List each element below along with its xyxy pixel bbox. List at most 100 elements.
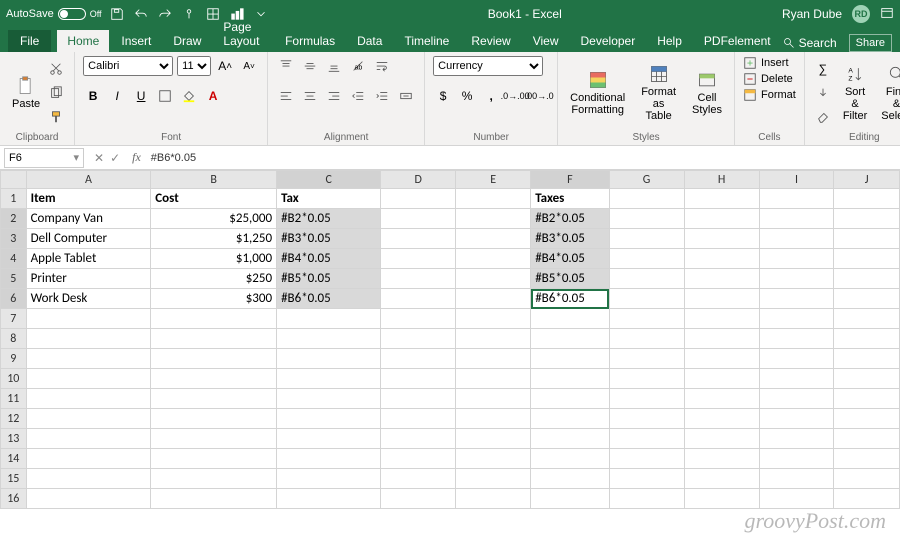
cell-C11[interactable] [277, 389, 381, 409]
cell-J14[interactable] [834, 449, 900, 469]
column-header-H[interactable]: H [684, 171, 759, 189]
formula-input[interactable]: #B6*0.05 [147, 152, 900, 164]
cell-D12[interactable] [381, 409, 456, 429]
cell-A11[interactable] [26, 389, 151, 409]
cell-H1[interactable] [684, 189, 759, 209]
cell-A15[interactable] [26, 469, 151, 489]
cell-E11[interactable] [456, 389, 531, 409]
cell-G5[interactable] [609, 269, 684, 289]
cancel-formula-button[interactable]: ✕ [94, 151, 104, 165]
cell-J16[interactable] [834, 489, 900, 509]
cell-D2[interactable] [381, 209, 456, 229]
font-color-button[interactable]: A [203, 86, 223, 106]
cell-C7[interactable] [277, 309, 381, 329]
cell-C1[interactable]: Tax [277, 189, 381, 209]
cell-J3[interactable] [834, 229, 900, 249]
cell-B5[interactable]: $250 [151, 269, 277, 289]
cell-A9[interactable] [26, 349, 151, 369]
cell-A3[interactable]: Dell Computer [26, 229, 151, 249]
cell-A8[interactable] [26, 329, 151, 349]
row-header-6[interactable]: 6 [1, 289, 27, 309]
cell-J12[interactable] [834, 409, 900, 429]
cell-G16[interactable] [609, 489, 684, 509]
cell-A4[interactable]: Apple Tablet [26, 249, 151, 269]
fx-icon[interactable]: fx [126, 150, 147, 165]
cell-C6[interactable]: #B6*0.05 [277, 289, 381, 309]
cell-A13[interactable] [26, 429, 151, 449]
row-header-13[interactable]: 13 [1, 429, 27, 449]
fill-color-button[interactable] [179, 86, 199, 106]
cell-B6[interactable]: $300 [151, 289, 277, 309]
cell-G10[interactable] [609, 369, 684, 389]
cell-H2[interactable] [684, 209, 759, 229]
tab-home[interactable]: Home [57, 30, 109, 52]
cell-J5[interactable] [834, 269, 900, 289]
cell-F4[interactable]: #B4*0.05 [531, 249, 609, 269]
cell-F15[interactable] [531, 469, 609, 489]
cell-H10[interactable] [684, 369, 759, 389]
cell-I3[interactable] [759, 229, 834, 249]
cell-J13[interactable] [834, 429, 900, 449]
cell-C10[interactable] [277, 369, 381, 389]
cell-C5[interactable]: #B5*0.05 [277, 269, 381, 289]
cell-I14[interactable] [759, 449, 834, 469]
row-header-7[interactable]: 7 [1, 309, 27, 329]
orientation-button[interactable]: ab [348, 56, 368, 76]
tab-insert[interactable]: Insert [111, 30, 161, 52]
conditional-formatting-button[interactable]: Conditional Formatting [566, 68, 629, 118]
cell-B1[interactable]: Cost [151, 189, 277, 209]
cell-C3[interactable]: #B3*0.05 [277, 229, 381, 249]
worksheet-grid[interactable]: ABCDEFGHIJ1ItemCostTaxTaxes2Company Van$… [0, 170, 900, 540]
cell-J6[interactable] [834, 289, 900, 309]
tab-page-layout[interactable]: Page Layout [213, 16, 273, 52]
cell-C16[interactable] [277, 489, 381, 509]
tab-formulas[interactable]: Formulas [275, 30, 345, 52]
borders-button[interactable] [155, 86, 175, 106]
cell-A1[interactable]: Item [26, 189, 151, 209]
cell-D5[interactable] [381, 269, 456, 289]
cell-F6[interactable]: #B6*0.05 [531, 289, 609, 309]
cell-G7[interactable] [609, 309, 684, 329]
copy-button[interactable] [46, 83, 66, 103]
cell-B8[interactable] [151, 329, 277, 349]
cell-G11[interactable] [609, 389, 684, 409]
cell-D16[interactable] [381, 489, 456, 509]
cell-F2[interactable]: #B2*0.05 [531, 209, 609, 229]
column-header-E[interactable]: E [456, 171, 531, 189]
find-select-button[interactable]: Find & Select [877, 62, 900, 124]
cell-A7[interactable] [26, 309, 151, 329]
cell-B14[interactable] [151, 449, 277, 469]
underline-button[interactable]: U [131, 86, 151, 106]
cell-F11[interactable] [531, 389, 609, 409]
name-box[interactable]: F6 ▾ [4, 148, 84, 168]
align-middle-button[interactable] [300, 56, 320, 76]
cell-I16[interactable] [759, 489, 834, 509]
cell-E7[interactable] [456, 309, 531, 329]
cell-G12[interactable] [609, 409, 684, 429]
cell-F16[interactable] [531, 489, 609, 509]
cell-F5[interactable]: #B5*0.05 [531, 269, 609, 289]
cell-H11[interactable] [684, 389, 759, 409]
number-format-select[interactable]: Currency [433, 56, 543, 76]
column-header-J[interactable]: J [834, 171, 900, 189]
paste-button[interactable]: Paste [8, 74, 44, 112]
cell-I4[interactable] [759, 249, 834, 269]
user-avatar[interactable]: RD [852, 5, 870, 23]
sort-filter-button[interactable]: AZ Sort & Filter [839, 62, 871, 124]
cell-J9[interactable] [834, 349, 900, 369]
autosave-toggle[interactable]: AutoSave Off [6, 8, 102, 20]
cell-H13[interactable] [684, 429, 759, 449]
cell-B10[interactable] [151, 369, 277, 389]
column-header-B[interactable]: B [151, 171, 277, 189]
cell-E12[interactable] [456, 409, 531, 429]
cell-D11[interactable] [381, 389, 456, 409]
column-header-A[interactable]: A [26, 171, 151, 189]
increase-indent-button[interactable] [372, 86, 392, 106]
cell-C15[interactable] [277, 469, 381, 489]
format-as-table-button[interactable]: Format as Table [637, 62, 680, 124]
cell-D13[interactable] [381, 429, 456, 449]
cell-C4[interactable]: #B4*0.05 [277, 249, 381, 269]
format-painter-button[interactable] [46, 107, 66, 127]
cut-button[interactable] [46, 59, 66, 79]
cell-F1[interactable]: Taxes [531, 189, 609, 209]
